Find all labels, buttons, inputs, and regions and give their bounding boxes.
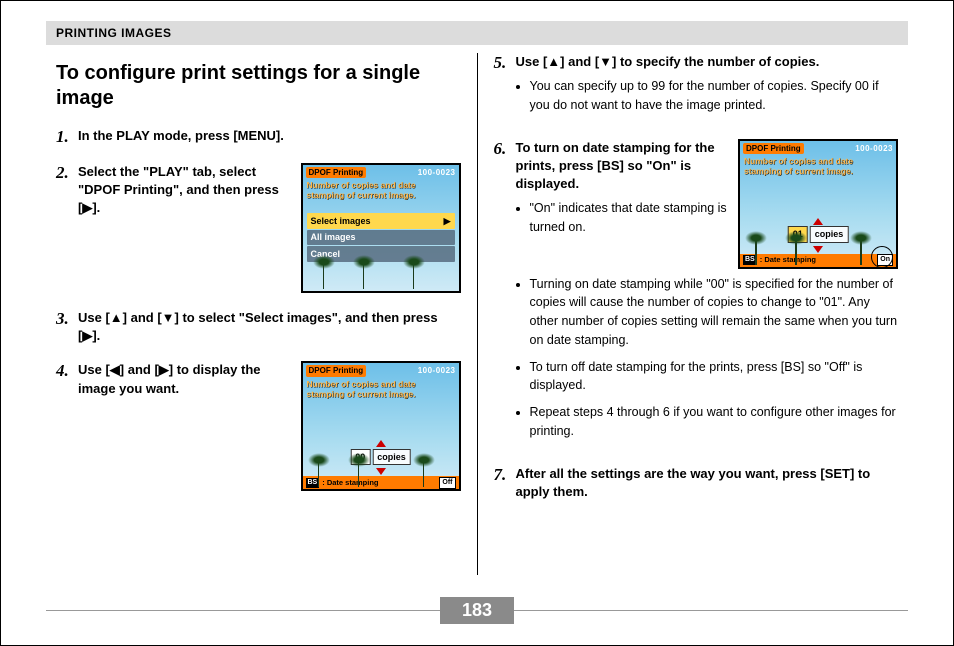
- step-text: Select the "PLAY" tab, select "DPOF Prin…: [78, 163, 291, 218]
- camera-lcd-copies-on: DPOF Printing 100-0023 Number of copies …: [738, 139, 898, 269]
- section-header: PRINTING IMAGES: [46, 21, 908, 45]
- bullet: Turning on date stamping while "00" is s…: [530, 275, 899, 350]
- step-number: 3.: [56, 309, 78, 345]
- section-header-text: PRINTING IMAGES: [56, 26, 172, 40]
- step-number: 2.: [56, 163, 78, 293]
- right-arrow-icon: ▶: [444, 215, 451, 228]
- dpof-tag: DPOF Printing: [743, 143, 804, 154]
- page-footer: 183: [46, 597, 908, 623]
- step-number: 6.: [494, 139, 516, 449]
- step-4: 4. Use [◀] and [▶] to display the image …: [56, 361, 461, 491]
- step-text: Use [▲] and [▼] to specify the number of…: [516, 53, 899, 71]
- footer-rule: [46, 610, 440, 611]
- image-id: 100-0023: [855, 143, 893, 154]
- step-text: After all the settings are the way you w…: [516, 465, 899, 501]
- image-id: 100-0023: [418, 167, 456, 178]
- highlight-circle-icon: [871, 246, 893, 268]
- dpof-tag: DPOF Printing: [306, 365, 367, 376]
- up-arrow-icon: [813, 218, 823, 225]
- bullet: "On" indicates that date stamping is tur…: [530, 199, 729, 237]
- step-7: 7. After all the settings are the way yo…: [494, 465, 899, 501]
- image-id: 100-0023: [418, 365, 456, 376]
- step-text: To turn on date stamping for the prints,…: [516, 139, 729, 194]
- column-divider: [477, 53, 478, 575]
- dpof-tag: DPOF Printing: [306, 167, 367, 178]
- section-title: To configure print settings for a single…: [56, 61, 461, 111]
- step-number: 4.: [56, 361, 78, 491]
- menu-item-all-images: All images: [307, 230, 455, 246]
- step-number: 7.: [494, 465, 516, 501]
- step-text: Use [◀] and [▶] to display the image you…: [78, 361, 291, 397]
- step-1: 1. In the PLAY mode, press [MENU].: [56, 127, 461, 147]
- page-number: 183: [440, 597, 514, 624]
- footer-rule: [514, 610, 908, 611]
- right-column: 5. Use [▲] and [▼] to specify the number…: [484, 53, 909, 575]
- step-text: Use [▲] and [▼] to select "Select images…: [78, 309, 461, 345]
- content-columns: To configure print settings for a single…: [46, 53, 908, 575]
- lcd-message: Number of copies and date stamping of cu…: [303, 379, 459, 399]
- step-5: 5. Use [▲] and [▼] to specify the number…: [494, 53, 899, 123]
- step-text: In the PLAY mode, press [MENU].: [78, 127, 461, 147]
- up-arrow-icon: [376, 440, 386, 447]
- step-6-bullets-b: Turning on date stamping while "00" is s…: [516, 275, 899, 441]
- lcd-message: Number of copies and date stamping of cu…: [303, 180, 459, 200]
- bullet: Repeat steps 4 through 6 if you want to …: [530, 403, 899, 441]
- step-2: 2. Select the "PLAY" tab, select "DPOF P…: [56, 163, 461, 293]
- left-column: To configure print settings for a single…: [46, 53, 471, 575]
- bullet: To turn off date stamping for the prints…: [530, 358, 899, 396]
- camera-lcd-menu: DPOF Printing 100-0023 Number of copies …: [301, 163, 461, 293]
- step-6: 6. To turn on date stamping for the prin…: [494, 139, 899, 449]
- step-6-bullets-a: "On" indicates that date stamping is tur…: [516, 199, 729, 237]
- step-5-bullets: You can specify up to 99 for the number …: [516, 77, 899, 115]
- step-3: 3. Use [▲] and [▼] to select "Select ima…: [56, 309, 461, 345]
- bullet: You can specify up to 99 for the number …: [530, 77, 899, 115]
- camera-lcd-copies-off: DPOF Printing 100-0023 Number of copies …: [301, 361, 461, 491]
- menu-item-select-images: Select images ▶: [307, 213, 455, 229]
- step-number: 5.: [494, 53, 516, 123]
- step-number: 1.: [56, 127, 78, 147]
- lcd-message: Number of copies and date stamping of cu…: [740, 156, 896, 176]
